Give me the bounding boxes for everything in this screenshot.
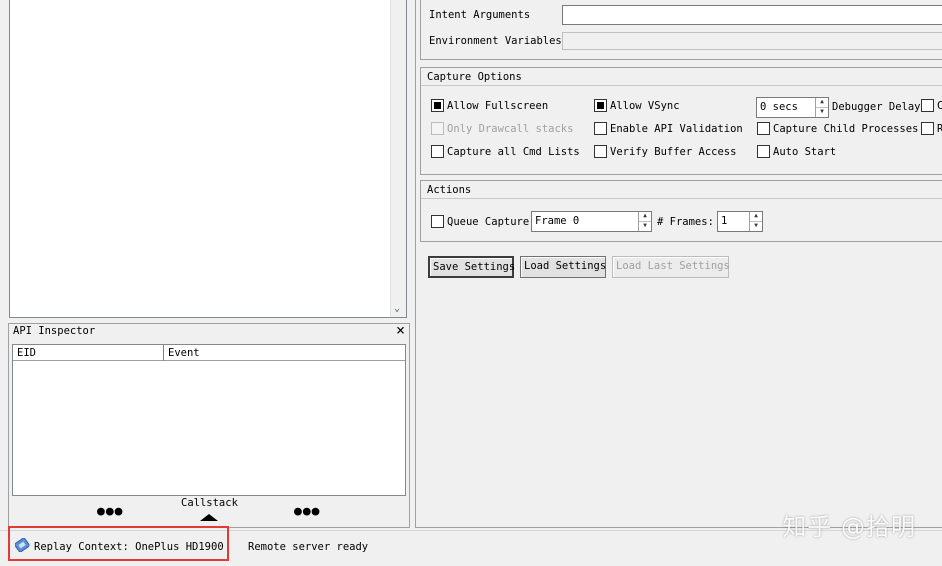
checkbox-box[interactable] — [757, 122, 770, 135]
api-inspector-title: API Inspector — [13, 325, 96, 337]
chevron-down-icon[interactable]: ⌄ — [394, 304, 400, 314]
checkbox-box[interactable] — [594, 99, 607, 112]
frames-label: # Frames: — [657, 216, 714, 228]
capture-options-title: Capture Options — [421, 68, 942, 86]
left-panel: ⌄ API Inspector × EID Event ●●● Callstac… — [0, 0, 412, 528]
checkbox-box[interactable] — [921, 99, 934, 112]
watermark-text: 知乎 @拾明 — [782, 513, 916, 541]
queue-capture-checkbox[interactable]: Queue Capture — [431, 215, 529, 228]
spin-up-icon[interactable]: ▲ — [750, 212, 762, 222]
highlight-box — [8, 526, 229, 561]
debugger-delay-label: Debugger Delay — [832, 101, 921, 113]
frames-count-spinbox[interactable]: 1 ▲ ▼ — [717, 211, 763, 232]
callstack-label[interactable]: Callstack — [181, 497, 238, 509]
table-header: EID Event — [13, 345, 405, 361]
vertical-scrollbar[interactable]: ⌄ — [390, 0, 406, 317]
checkbox-box[interactable] — [594, 122, 607, 135]
remote-server-status: Remote server ready — [248, 541, 369, 553]
intent-arguments-input[interactable] — [562, 5, 942, 25]
column-header-event[interactable]: Event — [168, 347, 200, 359]
allow-vsync-checkbox[interactable]: Allow VSync — [594, 99, 680, 112]
auto-start-checkbox[interactable]: Auto Start — [757, 145, 836, 158]
program-settings-group: Intent Arguments Environment Variables — [420, 0, 942, 60]
capture-options-group: Capture Options Allow Fullscreen Allow V… — [420, 67, 942, 175]
actions-title: Actions — [421, 181, 942, 199]
checkbox-box[interactable] — [431, 122, 444, 135]
save-settings-button[interactable]: Save Settings — [428, 256, 515, 278]
spin-down-icon[interactable]: ▼ — [750, 222, 762, 232]
enable-api-validation-checkbox[interactable]: Enable API Validation — [594, 122, 743, 135]
event-browser-list[interactable]: ⌄ — [9, 0, 407, 318]
cut-off-option-checkbox-2[interactable]: R — [921, 122, 942, 135]
event-table[interactable]: EID Event — [12, 344, 406, 496]
callstack-arrow-icon[interactable] — [200, 514, 218, 521]
load-last-settings-button[interactable]: Load Last Settings — [612, 256, 730, 278]
allow-fullscreen-checkbox[interactable]: Allow Fullscreen — [431, 99, 548, 112]
intent-arguments-label: Intent Arguments — [429, 9, 531, 21]
spin-down-icon[interactable]: ▼ — [816, 108, 828, 118]
more-dots-left-icon[interactable]: ●●● — [97, 504, 123, 519]
load-settings-button[interactable]: Load Settings — [520, 256, 606, 278]
environment-variables-input[interactable] — [562, 32, 942, 50]
debugger-delay-spinbox[interactable]: 0 secs ▲ ▼ — [756, 97, 829, 118]
capture-all-cmd-lists-checkbox[interactable]: Capture all Cmd Lists — [431, 145, 580, 158]
more-dots-right-icon[interactable]: ●●● — [294, 504, 320, 519]
frame-spinbox[interactable]: Frame 0 ▲ ▼ — [531, 211, 652, 232]
api-inspector-panel: API Inspector × EID Event ●●● Callstack … — [8, 322, 410, 528]
only-drawcall-stacks-checkbox[interactable]: Only Drawcall stacks — [431, 122, 573, 135]
checkbox-box[interactable] — [431, 215, 444, 228]
column-divider — [163, 345, 164, 361]
environment-variables-label: Environment Variables — [429, 35, 562, 47]
spin-down-icon[interactable]: ▼ — [639, 222, 651, 232]
close-icon[interactable]: × — [396, 322, 405, 338]
column-header-eid[interactable]: EID — [17, 347, 163, 359]
actions-group: Actions Queue Capture Frame 0 ▲ ▼ # Fram… — [420, 180, 942, 242]
checkbox-box[interactable] — [431, 145, 444, 158]
verify-buffer-access-checkbox[interactable]: Verify Buffer Access — [594, 145, 736, 158]
checkbox-box[interactable] — [594, 145, 607, 158]
checkbox-box[interactable] — [431, 99, 444, 112]
capture-child-processes-checkbox[interactable]: Capture Child Processes — [757, 122, 918, 135]
spin-up-icon[interactable]: ▲ — [639, 212, 651, 222]
capture-panel: Intent Arguments Environment Variables C… — [415, 0, 942, 528]
checkbox-box[interactable] — [757, 145, 770, 158]
checkbox-box[interactable] — [921, 122, 934, 135]
spin-up-icon[interactable]: ▲ — [816, 98, 828, 108]
cut-off-option-checkbox-1[interactable]: C — [921, 99, 942, 112]
